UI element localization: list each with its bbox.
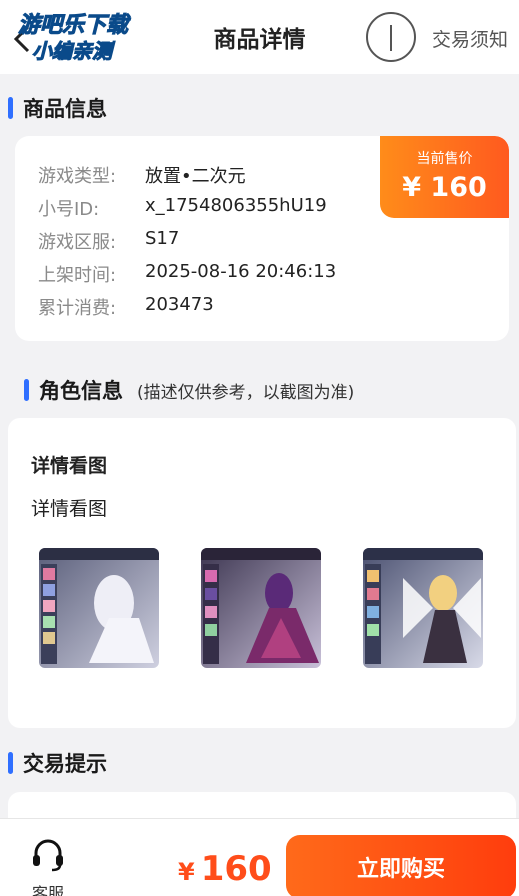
info-value: 放置•二次元 <box>145 166 246 187</box>
section-accent-bar <box>8 97 13 119</box>
product-info-heading: 商品信息 <box>8 93 107 123</box>
info-value: S17 <box>145 228 180 249</box>
headset-icon <box>33 839 63 872</box>
price-amount: 160 <box>200 849 272 889</box>
customer-service-label: 客服 <box>31 884 64 896</box>
game-screenshot-image <box>39 548 159 668</box>
screenshot-thumbnail-2[interactable] <box>201 548 321 668</box>
info-value: x_1754806355hU19 <box>145 195 327 216</box>
info-label: 游戏区服: <box>38 232 117 253</box>
info-row-account-id: 小号ID: x_1754806355hU19 <box>38 195 327 221</box>
product-info-card: 游戏类型: 放置•二次元 小号ID: x_1754806355hU19 游戏区服… <box>15 136 509 341</box>
trade-tips-heading: 交易提示 <box>8 748 107 778</box>
section-accent-bar <box>24 379 29 401</box>
info-label: 累计消费: <box>38 298 117 319</box>
screenshot-thumbnail-1[interactable] <box>39 548 159 668</box>
info-row-total-spent: 累计消费: 203473 <box>38 294 214 320</box>
info-icon[interactable] <box>366 12 416 62</box>
info-row-listing-time: 上架时间: 2025-08-16 20:46:13 <box>38 261 336 287</box>
current-price-badge: 当前售价 ¥ 160 <box>380 136 509 218</box>
section-accent-bar <box>8 752 13 774</box>
info-label: 上架时间: <box>38 265 117 286</box>
section-title: 交易提示 <box>23 752 107 776</box>
info-label: 游戏类型: <box>38 166 117 187</box>
info-row-server: 游戏区服: S17 <box>38 228 179 254</box>
price-value: ¥ 160 <box>402 172 487 203</box>
customer-service-button[interactable]: 客服 <box>18 837 78 896</box>
detail-title: 详情看图 <box>31 455 108 477</box>
section-subtitle: (描述仅供参考，以截图为准) <box>137 382 355 403</box>
game-screenshot-image <box>363 548 483 668</box>
bottom-price: ¥160 <box>178 849 272 889</box>
bottom-action-bar: 客服 ¥160 立即购买 <box>0 818 519 896</box>
trade-notice-link[interactable]: 交易须知 <box>432 25 508 52</box>
detail-description: 详情看图 <box>31 498 108 520</box>
currency-symbol: ¥ <box>178 858 195 886</box>
screenshot-thumbnail-3[interactable] <box>363 548 483 668</box>
info-value: 2025-08-16 20:46:13 <box>145 261 337 282</box>
price-caption: 当前售价 <box>416 151 473 167</box>
buy-now-button[interactable]: 立即购买 <box>286 835 516 896</box>
info-value: 203473 <box>145 294 214 315</box>
top-header: 游吧乐下载 小编亲测 商品详情 交易须知 <box>0 0 519 74</box>
role-info-card: 详情看图 详情看图 <box>8 418 516 728</box>
info-label: 小号ID: <box>38 199 100 220</box>
game-screenshot-image <box>201 548 321 668</box>
role-info-heading: 角色信息 (描述仅供参考，以截图为准) <box>24 375 354 405</box>
info-row-game-type: 游戏类型: 放置•二次元 <box>38 162 246 188</box>
section-title: 角色信息 <box>39 379 123 403</box>
section-title: 商品信息 <box>23 97 107 121</box>
